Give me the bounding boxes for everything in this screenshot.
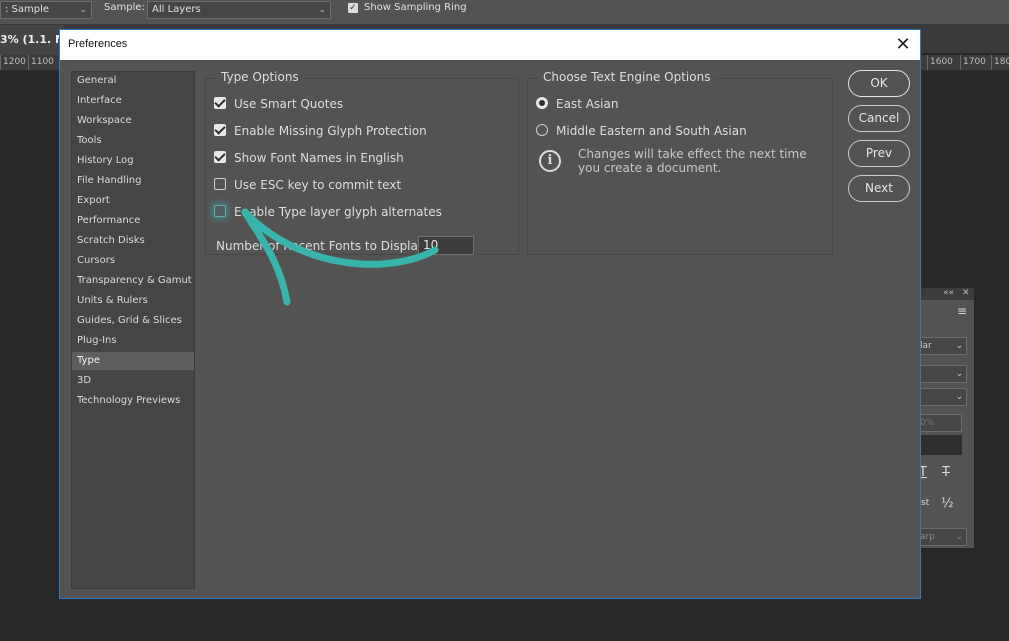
esc-commit-label: Use ESC key to commit text (234, 178, 402, 192)
chevron-down-icon: ⌄ (318, 5, 326, 15)
sidebar-item-workspace[interactable]: Workspace (72, 112, 194, 130)
glyph-alternates-checkbox[interactable] (214, 205, 226, 217)
middle-eastern-label: Middle Eastern and South Asian (556, 124, 747, 138)
ruler-tick: 1800 (991, 55, 1009, 70)
sample-size-value: : Sample (5, 4, 50, 15)
type-options-group: Type Options Use Smart Quotes Enable Mis… (205, 70, 519, 255)
sample-layers-select[interactable]: All Layers ⌄ (147, 1, 331, 19)
panel-menu-icon[interactable]: ≡ (957, 304, 967, 318)
sidebar-item-export[interactable]: Export (72, 192, 194, 210)
scale-field[interactable]: 0% (915, 414, 962, 432)
anti-alias-select[interactable]: arp ⌄ (915, 528, 967, 546)
text-engine-title: Choose Text Engine Options (537, 70, 717, 84)
missing-glyph-label: Enable Missing Glyph Protection (234, 124, 427, 138)
ruler-tick: 1100 (28, 55, 54, 70)
recent-fonts-label: Number of Recent Fonts to Display: (216, 239, 429, 253)
color-swatch[interactable] (915, 435, 962, 455)
info-icon: i (539, 150, 561, 172)
sidebar-item-type[interactable]: Type (72, 352, 194, 370)
sample-label: Sample: (104, 2, 145, 13)
chevron-down-icon: ⌄ (955, 392, 963, 402)
esc-commit-checkbox[interactable] (214, 178, 226, 190)
font-size-select[interactable]: ⌄ (915, 365, 967, 383)
font-style-value: lar (920, 341, 932, 351)
middle-eastern-radio[interactable] (536, 124, 548, 136)
document-tab-title: 3% (1.1. Me (0, 33, 64, 46)
collapse-icon[interactable]: «« (943, 288, 954, 298)
tracking-select[interactable]: ⌄ (915, 388, 967, 406)
next-button[interactable]: Next (848, 175, 910, 202)
missing-glyph-checkbox[interactable] (214, 124, 226, 136)
sidebar-item-transparency-gamut[interactable]: Transparency & Gamut (72, 272, 194, 290)
info-line: Changes will take effect the next time (578, 147, 807, 161)
cancel-button[interactable]: Cancel (848, 105, 910, 132)
sidebar-item-scratch-disks[interactable]: Scratch Disks (72, 232, 194, 250)
ok-button[interactable]: OK (848, 70, 910, 97)
ruler-left: 1200 1100 (0, 55, 60, 71)
close-icon[interactable]: ✕ (962, 288, 970, 298)
strikethrough-icon[interactable]: T (942, 465, 950, 480)
options-bar: : Sample ⌄ Sample: All Layers ⌄ ✓ Show S… (0, 0, 1009, 25)
chevron-down-icon: ⌄ (955, 369, 963, 379)
ordinals-icon[interactable]: st (921, 498, 929, 508)
sidebar-item-cursors[interactable]: Cursors (72, 252, 194, 270)
text-engine-group: Choose Text Engine Options East Asian Mi… (527, 70, 833, 255)
font-style-select[interactable]: lar ⌄ (915, 337, 967, 355)
close-icon[interactable]: ✕ (894, 34, 912, 54)
sampling-ring-checkbox[interactable]: ✓ (348, 3, 358, 13)
font-names-english-label: Show Font Names in English (234, 151, 404, 165)
ruler-tick: 1700 (960, 55, 986, 70)
panel-header: «« ✕ (915, 288, 974, 300)
recent-fonts-input[interactable]: 10 (418, 236, 474, 255)
sidebar-item-interface[interactable]: Interface (72, 92, 194, 110)
sidebar-item-units-rulers[interactable]: Units & Rulers (72, 292, 194, 310)
info-message: Changes will take effect the next time y… (578, 147, 807, 175)
sidebar-item-plug-ins[interactable]: Plug-Ins (72, 332, 194, 350)
sidebar-item-history-log[interactable]: History Log (72, 152, 194, 170)
font-names-english-checkbox[interactable] (214, 151, 226, 163)
sidebar-item-file-handling[interactable]: File Handling (72, 172, 194, 190)
sampling-ring-label: Show Sampling Ring (364, 2, 467, 13)
sidebar-item-general[interactable]: General (72, 72, 194, 90)
chevron-down-icon: ⌄ (955, 341, 963, 351)
sidebar-item-technology-previews[interactable]: Technology Previews (72, 392, 194, 410)
sidebar-item-tools[interactable]: Tools (72, 132, 194, 150)
dialog-titlebar: Preferences ✕ (60, 30, 920, 60)
east-asian-label: East Asian (556, 97, 619, 111)
scale-value: 0% (920, 418, 935, 428)
ruler-tick: 1200 (0, 55, 26, 70)
smart-quotes-checkbox[interactable] (214, 97, 226, 109)
preferences-dialog: Preferences ✕ General Interface Workspac… (59, 29, 921, 599)
document-tab[interactable]: 3% (1.1. Me (0, 25, 64, 55)
preferences-sidebar: General Interface Workspace Tools Histor… (71, 71, 195, 589)
ruler-tick: 1600 (927, 55, 953, 70)
info-line: you create a document. (578, 161, 722, 175)
ruler-right: 1600 1700 1800 (921, 55, 1009, 71)
sidebar-item-performance[interactable]: Performance (72, 212, 194, 230)
sample-size-select[interactable]: : Sample ⌄ (0, 1, 92, 19)
anti-alias-value: arp (920, 532, 935, 542)
glyph-alternates-label: Enable Type layer glyph alternates (234, 205, 442, 219)
chevron-down-icon: ⌄ (955, 532, 963, 542)
dialog-title: Preferences (68, 38, 128, 50)
sidebar-item-guides-grid-slices[interactable]: Guides, Grid & Slices (72, 312, 194, 330)
character-panel: «« ✕ ≡ lar ⌄ ⌄ ⌄ 0% T T st ½ arp ⌄ (915, 288, 974, 548)
sample-layers-value: All Layers (152, 4, 201, 15)
prev-button[interactable]: Prev (848, 140, 910, 167)
fractions-icon[interactable]: ½ (941, 496, 954, 511)
chevron-down-icon: ⌄ (79, 5, 87, 15)
east-asian-radio[interactable] (536, 97, 548, 109)
smart-quotes-label: Use Smart Quotes (234, 97, 344, 111)
sidebar-item-3d[interactable]: 3D (72, 372, 194, 390)
type-options-title: Type Options (215, 70, 305, 84)
